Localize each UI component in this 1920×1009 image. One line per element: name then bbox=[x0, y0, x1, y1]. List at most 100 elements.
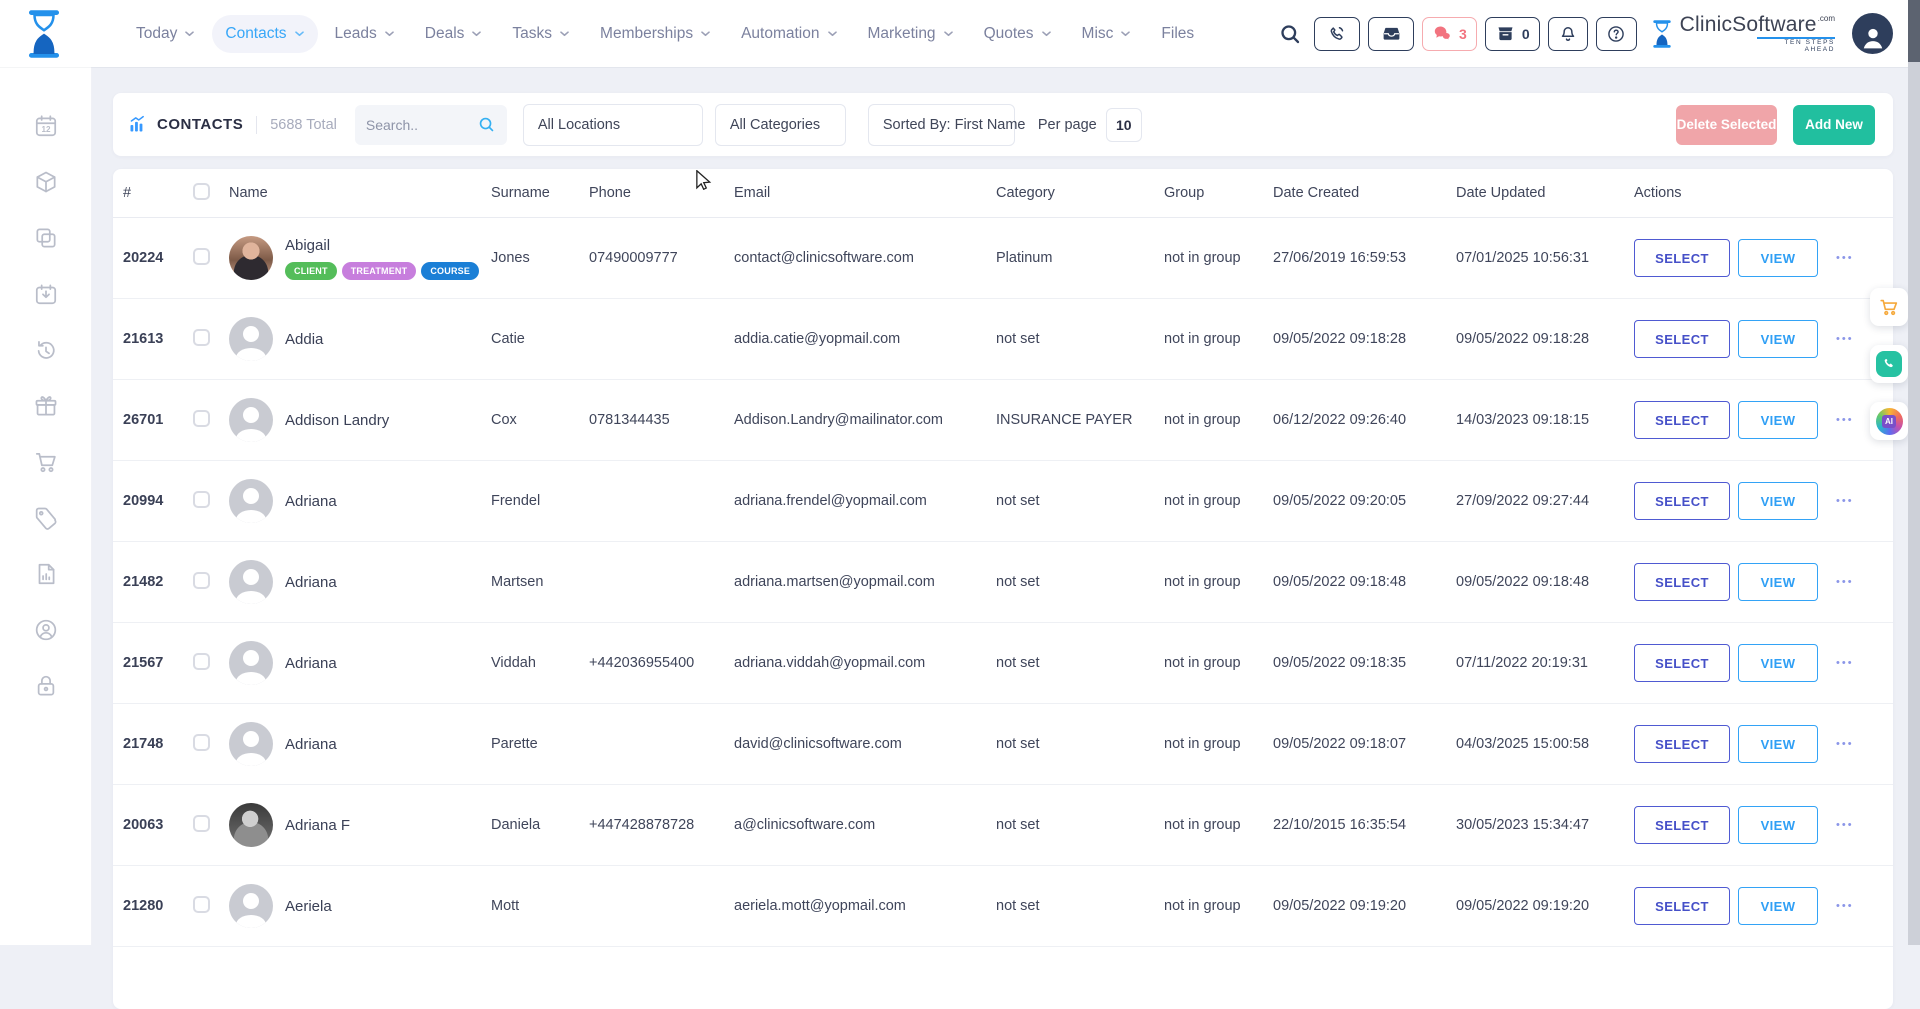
row-checkbox[interactable] bbox=[193, 653, 210, 670]
nav-item-quotes[interactable]: Quotes bbox=[971, 15, 1065, 53]
copies-icon[interactable] bbox=[33, 225, 59, 251]
row-checkbox[interactable] bbox=[193, 572, 210, 589]
avatar[interactable] bbox=[229, 479, 273, 523]
view-button[interactable]: VIEW bbox=[1738, 401, 1818, 439]
row-checkbox[interactable] bbox=[193, 734, 210, 751]
select-button[interactable]: SELECT bbox=[1634, 806, 1730, 844]
contact-badge[interactable]: CLIENT bbox=[285, 262, 337, 280]
avatar[interactable] bbox=[229, 236, 273, 280]
more-actions-button[interactable]: ••• bbox=[1836, 576, 1854, 588]
notifications-button[interactable] bbox=[1548, 17, 1588, 51]
floating-whatsapp-button[interactable] bbox=[1870, 345, 1908, 383]
avatar[interactable] bbox=[229, 641, 273, 685]
user-avatar[interactable] bbox=[1852, 13, 1893, 54]
cart-icon[interactable] bbox=[33, 449, 59, 475]
avatar[interactable] bbox=[229, 722, 273, 766]
more-actions-button[interactable]: ••• bbox=[1836, 252, 1854, 264]
report-icon[interactable] bbox=[33, 561, 59, 587]
more-actions-button[interactable]: ••• bbox=[1836, 414, 1854, 426]
contact-name[interactable]: Addison Landry bbox=[285, 412, 389, 429]
contact-name[interactable]: Adriana F bbox=[285, 817, 350, 834]
chat-button[interactable]: 3 bbox=[1422, 17, 1477, 51]
history-icon[interactable] bbox=[33, 337, 59, 363]
nav-item-leads[interactable]: Leads bbox=[322, 15, 408, 53]
floating-cart-button[interactable] bbox=[1870, 288, 1908, 326]
sort-filter[interactable]: Sorted By: First Name bbox=[868, 104, 1015, 146]
search-icon[interactable] bbox=[1278, 22, 1302, 46]
avatar[interactable] bbox=[229, 317, 273, 361]
category-filter[interactable]: All Categories bbox=[715, 104, 846, 146]
help-button[interactable] bbox=[1596, 17, 1637, 51]
select-button[interactable]: SELECT bbox=[1634, 725, 1730, 763]
select-button[interactable]: SELECT bbox=[1634, 644, 1730, 682]
gift-icon[interactable] bbox=[33, 393, 59, 419]
more-actions-button[interactable]: ••• bbox=[1836, 900, 1854, 912]
search-submit-icon[interactable] bbox=[477, 115, 496, 134]
app-logo-icon[interactable] bbox=[25, 7, 65, 61]
basket-button[interactable]: 0 bbox=[1485, 17, 1540, 51]
nav-item-tasks[interactable]: Tasks bbox=[499, 15, 583, 53]
nav-item-marketing[interactable]: Marketing bbox=[855, 15, 967, 53]
select-all-checkbox[interactable] bbox=[193, 183, 210, 200]
contact-name[interactable]: Abigail bbox=[285, 237, 479, 254]
user-badge-icon[interactable] bbox=[33, 617, 59, 643]
view-button[interactable]: VIEW bbox=[1738, 563, 1818, 601]
nav-item-deals[interactable]: Deals bbox=[412, 15, 496, 53]
nav-item-files[interactable]: Files bbox=[1148, 15, 1207, 53]
row-checkbox[interactable] bbox=[193, 491, 210, 508]
nav-item-contacts[interactable]: Contacts bbox=[212, 15, 317, 53]
per-page-input[interactable]: 10 bbox=[1106, 108, 1142, 142]
contact-name[interactable]: Aeriela bbox=[285, 898, 332, 915]
contact-name[interactable]: Adriana bbox=[285, 736, 337, 753]
vertical-scrollbar[interactable] bbox=[1908, 0, 1920, 945]
avatar[interactable] bbox=[229, 803, 273, 847]
row-checkbox[interactable] bbox=[193, 410, 210, 427]
row-checkbox[interactable] bbox=[193, 815, 210, 832]
calendar-12-icon[interactable]: 12 bbox=[33, 113, 59, 139]
contact-badge[interactable]: TREATMENT bbox=[342, 262, 417, 280]
select-button[interactable]: SELECT bbox=[1634, 239, 1730, 277]
view-button[interactable]: VIEW bbox=[1738, 320, 1818, 358]
nav-item-automation[interactable]: Automation bbox=[728, 15, 850, 53]
contact-name[interactable]: Addia bbox=[285, 331, 323, 348]
add-new-button[interactable]: Add New bbox=[1793, 105, 1875, 145]
view-button[interactable]: VIEW bbox=[1738, 725, 1818, 763]
avatar[interactable] bbox=[229, 398, 273, 442]
avatar[interactable] bbox=[229, 560, 273, 604]
select-button[interactable]: SELECT bbox=[1634, 563, 1730, 601]
contact-name[interactable]: Adriana bbox=[285, 493, 337, 510]
view-button[interactable]: VIEW bbox=[1738, 644, 1818, 682]
view-button[interactable]: VIEW bbox=[1738, 806, 1818, 844]
inbox-button[interactable] bbox=[1368, 17, 1414, 51]
lock-icon[interactable] bbox=[33, 673, 59, 699]
select-button[interactable]: SELECT bbox=[1634, 482, 1730, 520]
row-checkbox[interactable] bbox=[193, 248, 210, 265]
more-actions-button[interactable]: ••• bbox=[1836, 333, 1854, 345]
price-tag-icon[interactable] bbox=[33, 505, 59, 531]
nav-item-misc[interactable]: Misc bbox=[1069, 15, 1145, 53]
select-button[interactable]: SELECT bbox=[1634, 320, 1730, 358]
nav-item-memberships[interactable]: Memberships bbox=[587, 15, 724, 53]
contact-badge[interactable]: COURSE bbox=[421, 262, 479, 280]
more-actions-button[interactable]: ••• bbox=[1836, 738, 1854, 750]
package-icon[interactable] bbox=[33, 169, 59, 195]
row-checkbox[interactable] bbox=[193, 896, 210, 913]
more-actions-button[interactable]: ••• bbox=[1836, 819, 1854, 831]
location-filter[interactable]: All Locations bbox=[523, 104, 703, 146]
view-button[interactable]: VIEW bbox=[1738, 239, 1818, 277]
phone-button[interactable] bbox=[1314, 17, 1360, 51]
floating-ai-button[interactable]: AI bbox=[1870, 402, 1908, 440]
calendar-import-icon[interactable] bbox=[33, 281, 59, 307]
contact-name[interactable]: Adriana bbox=[285, 655, 337, 672]
row-checkbox[interactable] bbox=[193, 329, 210, 346]
more-actions-button[interactable]: ••• bbox=[1836, 495, 1854, 507]
more-actions-button[interactable]: ••• bbox=[1836, 657, 1854, 669]
view-button[interactable]: VIEW bbox=[1738, 482, 1818, 520]
select-button[interactable]: SELECT bbox=[1634, 401, 1730, 439]
nav-item-today[interactable]: Today bbox=[123, 15, 208, 53]
select-button[interactable]: SELECT bbox=[1634, 887, 1730, 925]
view-button[interactable]: VIEW bbox=[1738, 887, 1818, 925]
delete-selected-button[interactable]: Delete Selected bbox=[1676, 105, 1777, 145]
contact-name[interactable]: Adriana bbox=[285, 574, 337, 591]
avatar[interactable] bbox=[229, 884, 273, 928]
